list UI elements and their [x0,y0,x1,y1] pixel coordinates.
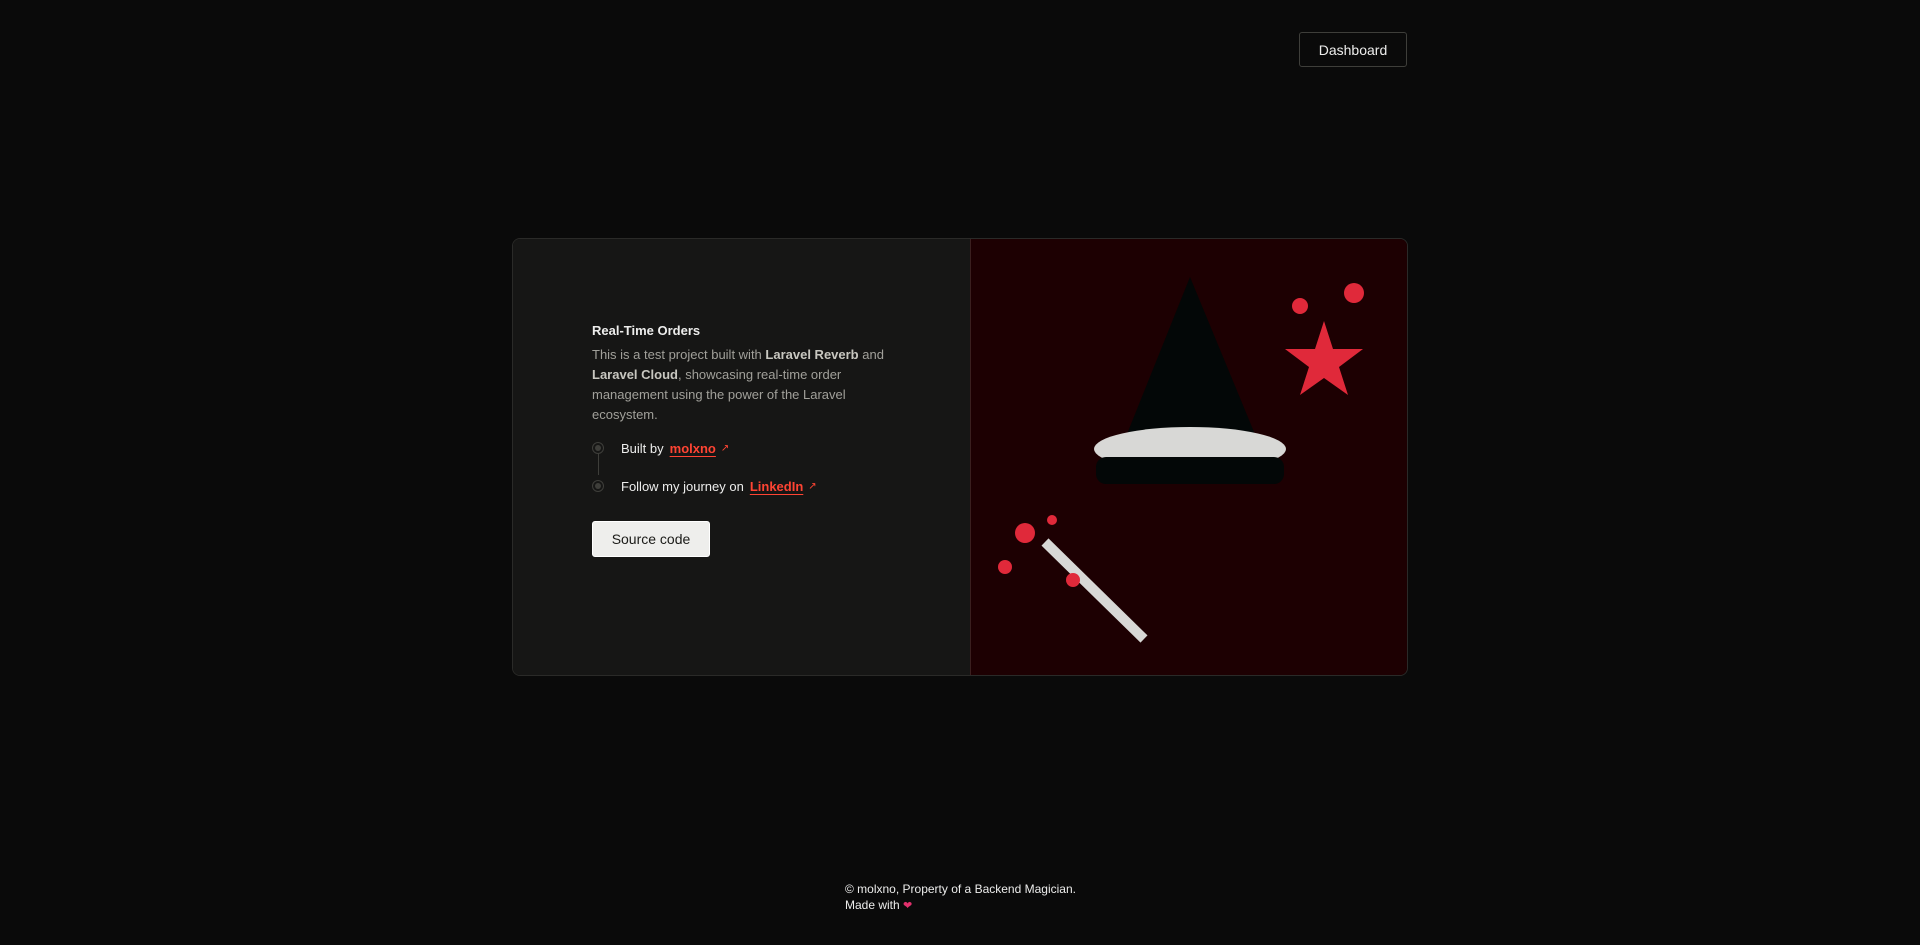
description-bold-reverb: Laravel Reverb [765,347,859,362]
linkedin-link[interactable]: LinkedIn [750,479,803,494]
steps-connector-line [598,453,599,475]
steps-list: Built by molxno ↗ Follow my journey on L… [592,437,910,497]
source-code-button[interactable]: Source code [592,521,710,557]
wizard-hat-band-icon [1096,457,1284,484]
sparkle-dot-icon [1344,283,1364,303]
step-built-by: Built by molxno ↗ [592,437,910,459]
step-follow-journey: Follow my journey on LinkedIn ↗ [592,475,910,497]
star-icon [1285,321,1363,395]
dashboard-button[interactable]: Dashboard [1299,32,1407,67]
wizard-illustration [998,277,1364,643]
description-text: This is a test project built with [592,347,766,362]
sparkle-dot-icon [1047,515,1057,525]
step-dot-icon [592,442,604,454]
magic-wand-icon [1041,538,1148,643]
page: Dashboard Real-Time Orders This is a tes… [0,0,1920,945]
description-text: and [858,347,884,362]
footer: © molxno, Property of a Backend Magician… [845,881,1076,914]
heart-icon: ❤ [903,900,913,912]
step-text: Built by [621,440,664,456]
card-content: Real-Time Orders This is a test project … [513,239,971,675]
step-text: Follow my journey on [621,478,744,494]
welcome-card: Real-Time Orders This is a test project … [512,238,1408,676]
arrow-up-right-icon: ↗ [808,480,817,492]
footer-made-with: Made with ❤ [845,897,1076,914]
magic-illustration [971,239,1407,675]
sparkle-dot-icon [1066,573,1080,587]
sparkle-dot-icon [1015,523,1035,543]
footer-made-with-text: Made with [845,898,900,912]
card-description: This is a test project built with Larave… [592,345,892,425]
sparkle-dot-icon [998,560,1012,574]
card-title: Real-Time Orders [592,323,701,338]
footer-copyright: © molxno, Property of a Backend Magician… [845,882,1076,896]
step-dot-icon [592,480,604,492]
molxno-link[interactable]: molxno [670,441,716,456]
wizard-hat-cone-icon [1123,277,1259,444]
description-bold-cloud: Laravel Cloud [592,367,678,382]
arrow-up-right-icon: ↗ [720,442,730,454]
sparkle-dot-icon [1292,298,1308,314]
